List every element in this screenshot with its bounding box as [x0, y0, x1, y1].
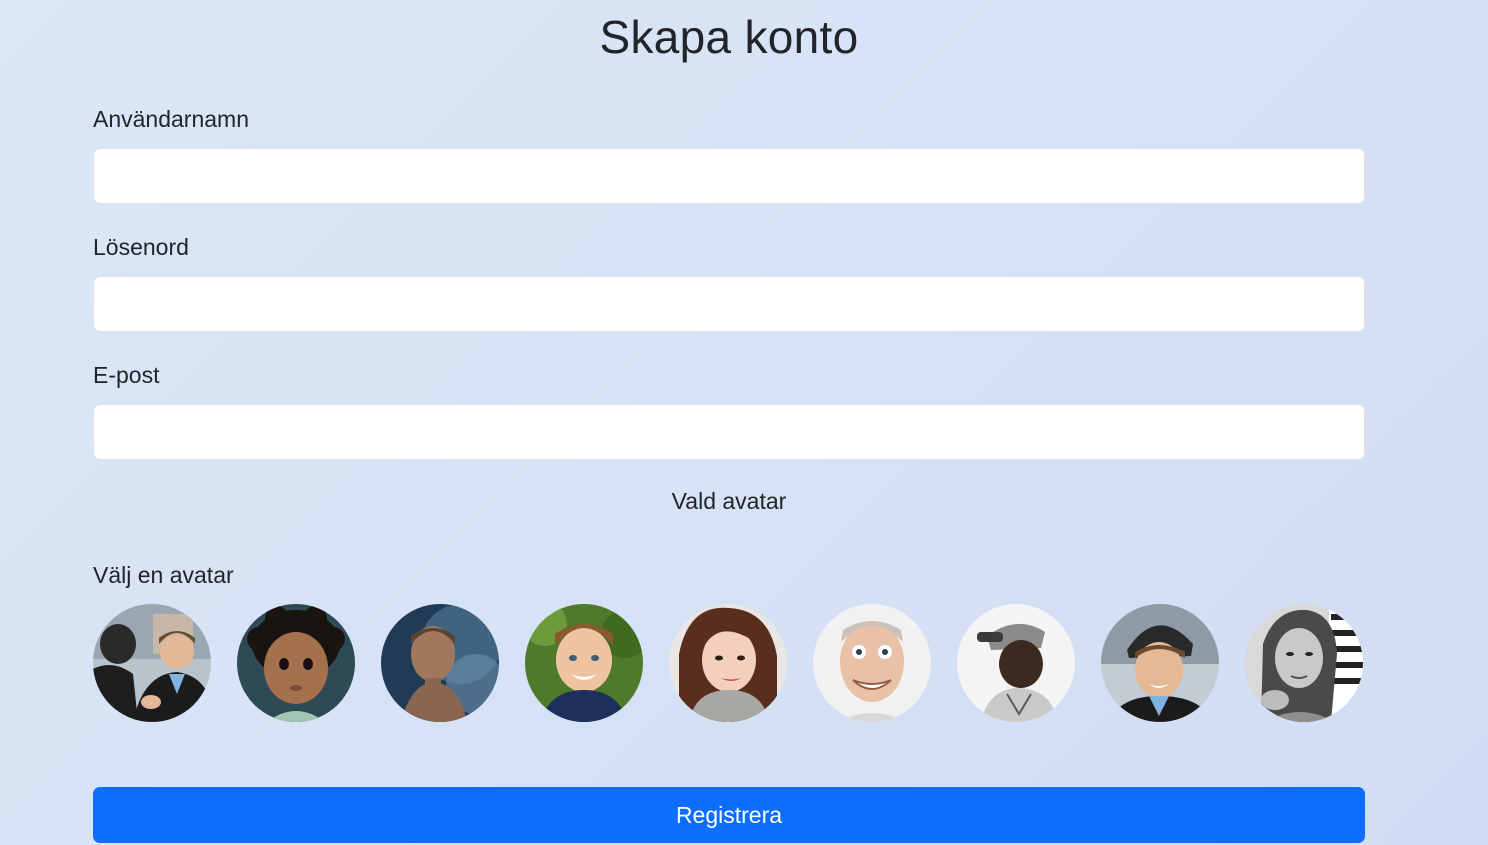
password-label: Lösenord	[93, 234, 189, 260]
avatar-young-woman-image	[669, 604, 787, 722]
avatar-man-with-beanie-image	[1101, 604, 1219, 722]
avatar-option-2[interactable]	[237, 604, 355, 722]
avatar-curly-haired-toddler-image	[237, 604, 355, 722]
password-input[interactable]	[93, 276, 1365, 332]
avatar-option-9[interactable]	[1245, 604, 1363, 722]
avatar-two-men-talking-image	[93, 604, 211, 722]
email-label: E-post	[93, 362, 160, 388]
selected-avatar-label: Vald avatar	[671, 488, 787, 514]
avatar-option-7[interactable]	[957, 604, 1075, 722]
avatar-woman-black-white-image	[1245, 604, 1363, 722]
avatar-person-in-cap-image	[957, 604, 1075, 722]
avatar-option-4[interactable]	[525, 604, 643, 722]
avatar-smiling-boy-image	[525, 604, 643, 722]
username-label: Användarnamn	[93, 106, 249, 132]
email-input[interactable]	[93, 404, 1365, 460]
page-title: Skapa konto	[599, 11, 859, 63]
avatar-option-5[interactable]	[669, 604, 787, 722]
avatar-grid	[93, 604, 1365, 724]
avatar-option-1[interactable]	[93, 604, 211, 722]
choose-avatar-label: Välj en avatar	[93, 562, 234, 588]
username-input[interactable]	[93, 148, 1365, 204]
register-button[interactable]: Registrera	[93, 787, 1365, 843]
avatar-option-6[interactable]	[813, 604, 931, 722]
avatar-option-3[interactable]	[381, 604, 499, 722]
avatar-man-in-smoke-image	[381, 604, 499, 722]
avatar-option-8[interactable]	[1101, 604, 1219, 722]
avatar-funny-face-man-image	[813, 604, 931, 722]
